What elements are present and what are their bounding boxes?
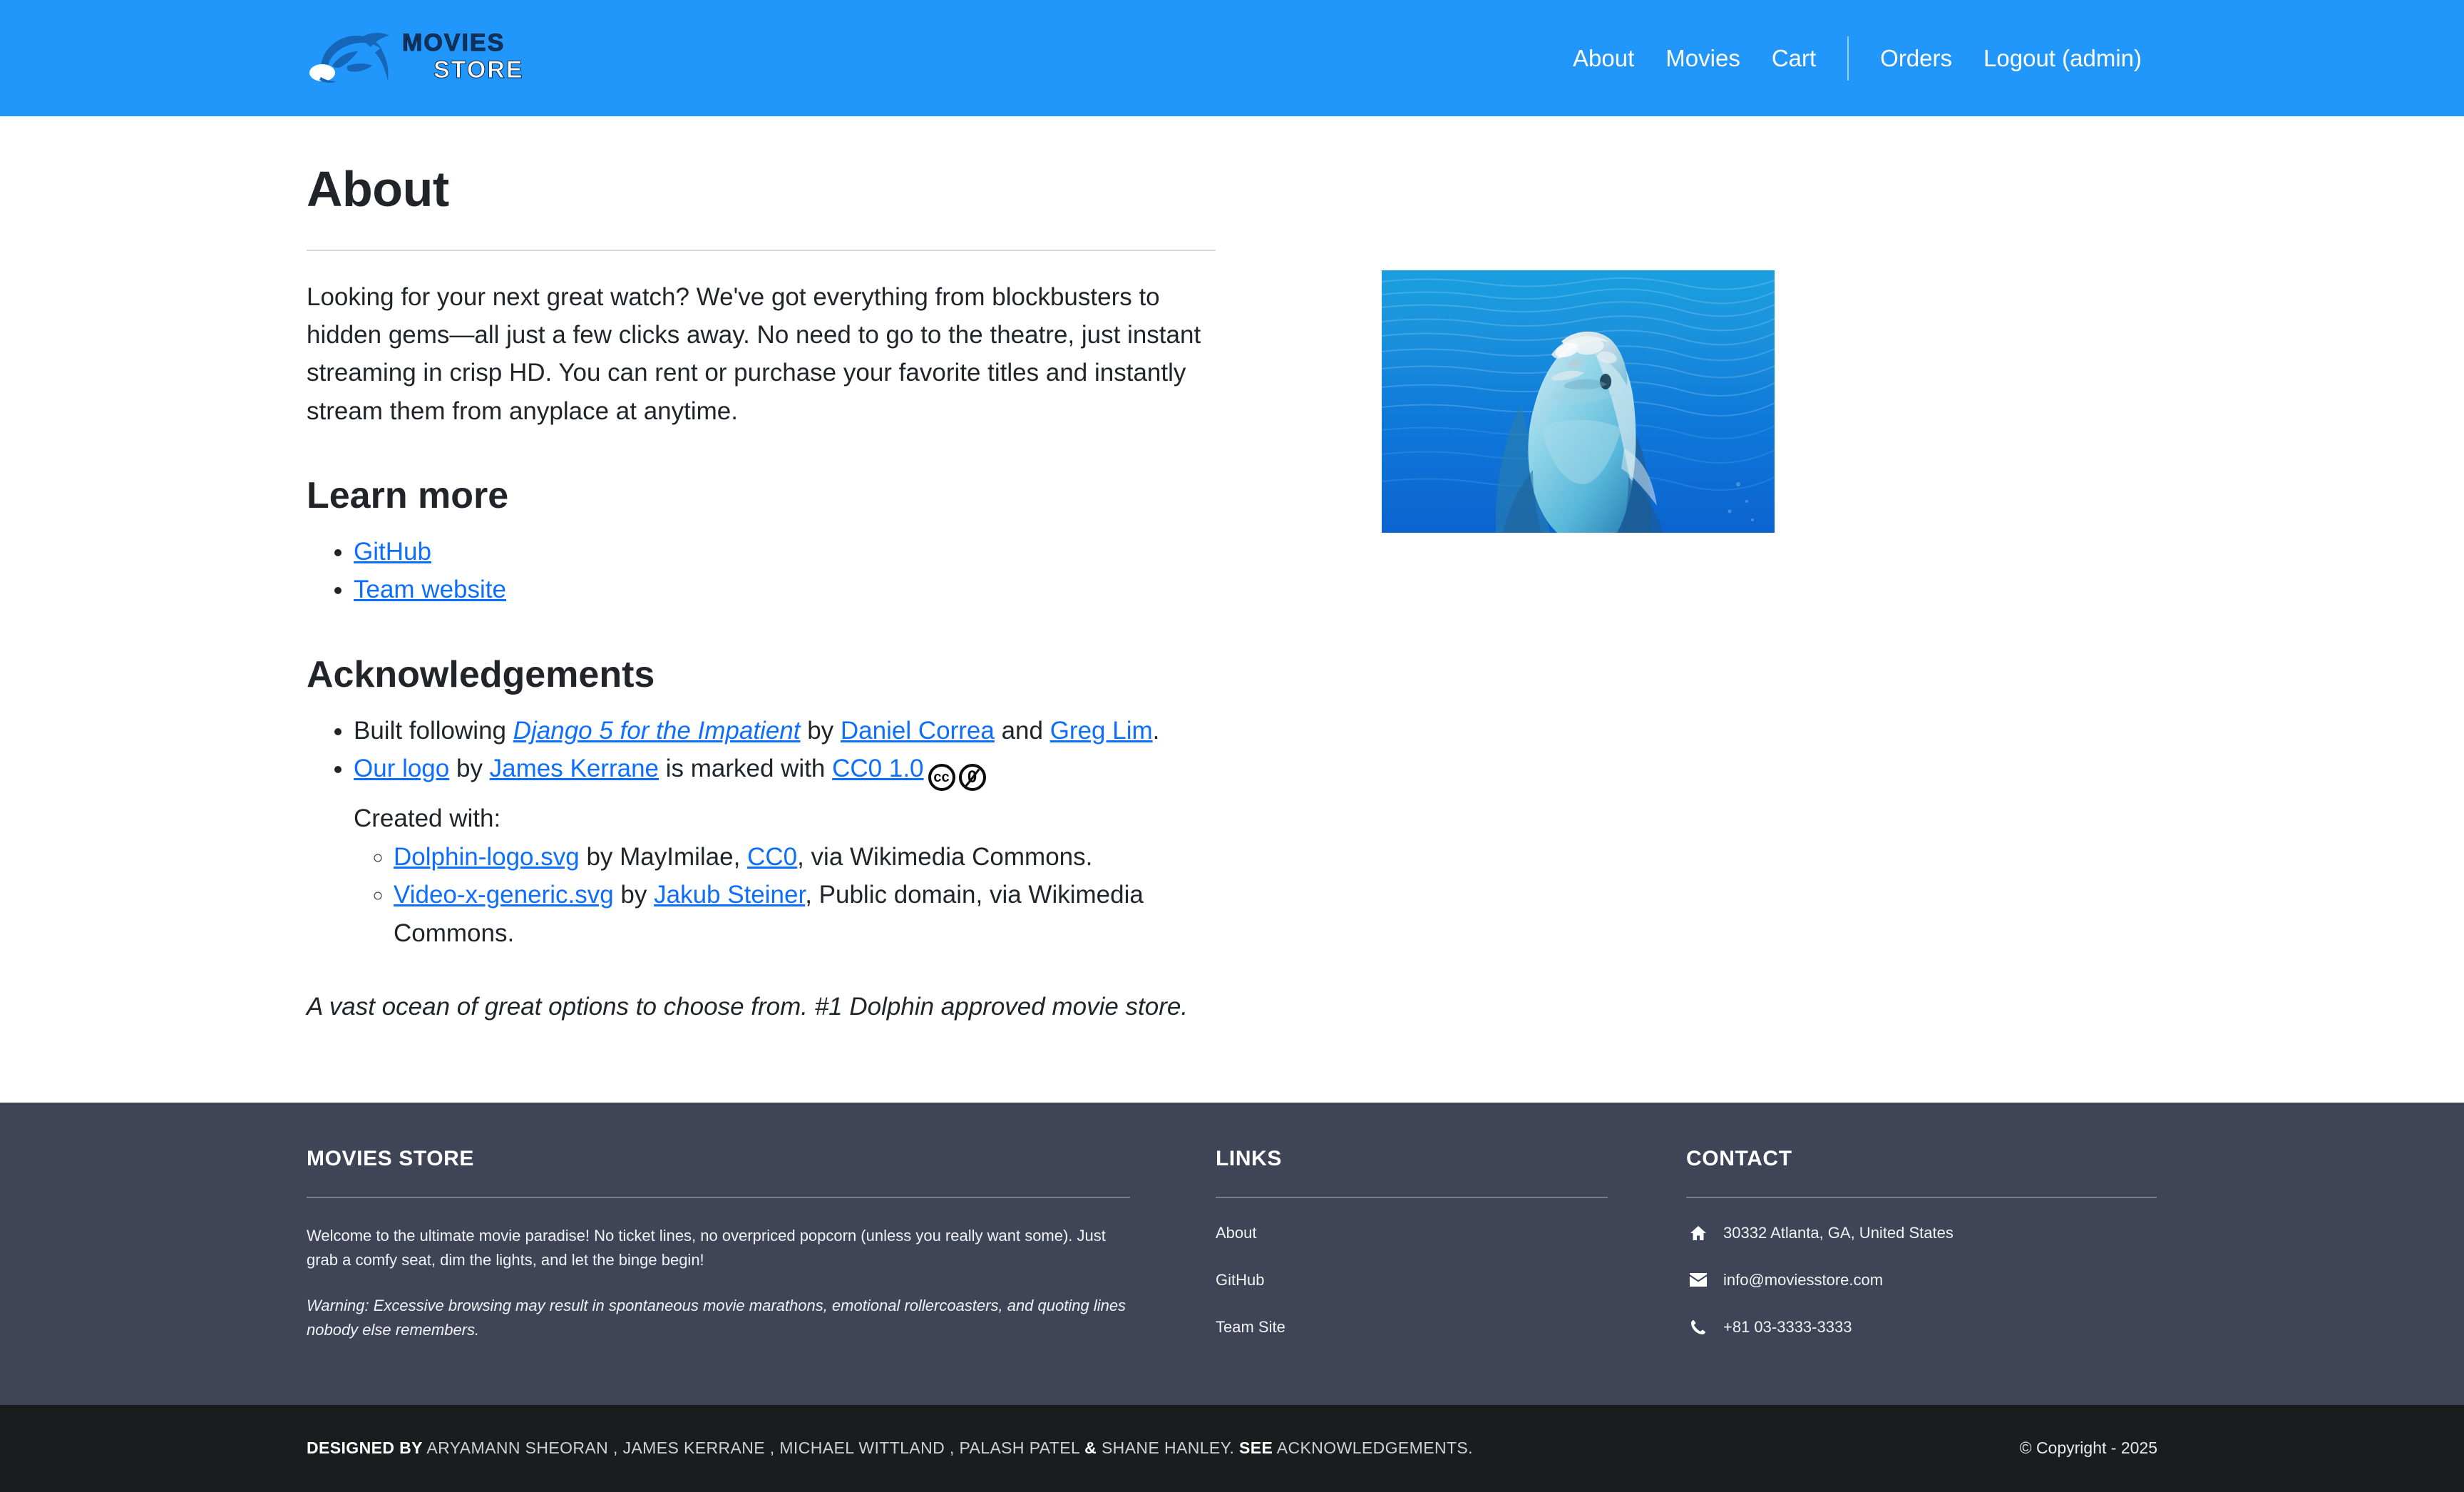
- footer-link-team-site[interactable]: Team Site: [1216, 1318, 1608, 1337]
- about-tagline: A vast ocean of great options to choose …: [307, 992, 1189, 1021]
- phone-icon: [1686, 1319, 1710, 1335]
- title-divider: [307, 250, 1216, 251]
- list-item: GitHub: [354, 533, 1216, 571]
- link-james-kerrane[interactable]: James Kerrane: [490, 755, 659, 782]
- link-greg-lim[interactable]: Greg Lim: [1050, 717, 1153, 745]
- link-cc0-1-0[interactable]: CC0 1.0: [832, 755, 923, 782]
- ack-and: and: [994, 716, 1050, 745]
- about-intro-paragraph: Looking for your next great watch? We've…: [307, 283, 1201, 425]
- ack-by-2: by: [449, 755, 490, 783]
- cc-badge-group: cc 0: [928, 764, 986, 792]
- sub-footer: DESIGNED BY ARYAMANN SHEORAN , JAMES KER…: [0, 1404, 2464, 1492]
- footer-contact-divider: [1686, 1196, 2157, 1198]
- ack-period-1: .: [1152, 716, 1160, 745]
- link-dolphin-logo-svg[interactable]: Dolphin-logo.svg: [394, 843, 580, 871]
- navbar-primary-group: About Movies Cart: [1557, 46, 1832, 70]
- dolphin-credit-by: by MayImilae,: [579, 842, 748, 871]
- list-item: Dolphin-logo.svg by MayImilae, CC0, via …: [394, 838, 1216, 877]
- learn-more-heading: Learn more: [307, 474, 509, 516]
- about-column: About Looking for your next great watch?…: [307, 116, 1216, 1021]
- acknowledgements-heading: Acknowledgements: [307, 653, 655, 695]
- nav-item-orders[interactable]: Orders: [1864, 46, 1968, 70]
- footer-about-body: Welcome to the ultimate movie paradise! …: [307, 1226, 1106, 1269]
- cc-icon: cc: [928, 764, 955, 792]
- link-cc0[interactable]: CC0: [747, 843, 797, 871]
- ampersand-label: &: [1084, 1439, 1097, 1458]
- footer-links-title: LINKS: [1216, 1146, 1282, 1170]
- dolphin-logo-icon: [307, 24, 398, 93]
- brand-name-line1: MOVIES: [402, 29, 505, 57]
- footer-link-github[interactable]: GitHub: [1216, 1271, 1608, 1289]
- link-video-x-generic-svg[interactable]: Video-x-generic.svg: [394, 881, 614, 909]
- navbar-secondary-group: Orders Logout (admin): [1864, 46, 2157, 70]
- envelope-icon: [1686, 1273, 1710, 1287]
- link-book-title[interactable]: Django 5 for the Impatient: [513, 717, 801, 745]
- designer-names: ARYAMANN SHEORAN , JAMES KERRANE , MICHA…: [426, 1439, 1080, 1458]
- main-content: About Looking for your next great watch?…: [0, 116, 2464, 1021]
- ack-built-prefix: Built following: [354, 716, 513, 745]
- acknowledgements-link[interactable]: ACKNOWLEDGEMENTS.: [1277, 1439, 1473, 1457]
- link-our-logo[interactable]: Our logo: [354, 755, 449, 782]
- cc-zero-icon: 0: [958, 764, 986, 792]
- nav-item-logout[interactable]: Logout (admin): [1968, 46, 2157, 70]
- contact-address-row: 30332 Atlanta, GA, United States: [1686, 1224, 2157, 1242]
- navbar-divider: [1847, 36, 1849, 81]
- nav-item-movies[interactable]: Movies: [1650, 46, 1756, 70]
- contact-phone-row: +81 03-3333-3333: [1686, 1318, 2157, 1337]
- page-title: About: [307, 161, 449, 217]
- contact-email-row: info@moviesstore.com: [1686, 1271, 2157, 1289]
- site-footer: MOVIES STORE Welcome to the ultimate mov…: [0, 1102, 2464, 1405]
- designed-by-label: DESIGNED BY: [307, 1439, 423, 1458]
- contact-address-value: 30332 Atlanta, GA, United States: [1723, 1223, 1954, 1242]
- brand-logo-link[interactable]: MOVIES STORE: [307, 19, 524, 98]
- designed-by-text: DESIGNED BY ARYAMANN SHEORAN , JAMES KER…: [307, 1439, 1473, 1458]
- ack-marked-with: is marked with: [659, 755, 833, 783]
- link-github[interactable]: GitHub: [354, 538, 431, 566]
- nav-item-about[interactable]: About: [1557, 46, 1650, 70]
- list-item: Team website: [354, 571, 1216, 609]
- created-with-label: Created with:: [354, 804, 501, 833]
- footer-link-about[interactable]: About: [1216, 1224, 1608, 1242]
- list-item: Our logo by James Kerrane is marked with…: [354, 750, 1216, 952]
- link-daniel-correa[interactable]: Daniel Correa: [841, 717, 995, 745]
- ack-by-1: by: [800, 716, 841, 745]
- footer-contact-column: CONTACT 30332 Atlanta, GA, United States…: [1686, 1147, 2157, 1342]
- dolphin-underwater-photo: [1382, 270, 1775, 533]
- footer-about-divider: [307, 1196, 1130, 1198]
- link-jakub-steiner[interactable]: Jakub Steiner: [654, 881, 805, 909]
- last-designer-name: SHANE HANLEY.: [1101, 1439, 1235, 1458]
- hero-image-column: [1216, 116, 2157, 533]
- top-navbar: MOVIES STORE About Movies Cart Orders Lo…: [0, 0, 2464, 116]
- list-item: Built following Django 5 for the Impatie…: [354, 712, 1216, 750]
- home-icon: [1686, 1225, 1710, 1241]
- learn-more-list: GitHub Team website: [307, 533, 1216, 609]
- see-label: SEE: [1239, 1439, 1273, 1458]
- acknowledgements-list: Built following Django 5 for the Impatie…: [307, 712, 1216, 953]
- link-team-website[interactable]: Team website: [354, 576, 506, 603]
- copyright-text: © Copyright - 2025: [2019, 1439, 2157, 1458]
- brand-name-line2: STORE: [433, 56, 524, 84]
- created-with-list: Dolphin-logo.svg by MayImilae, CC0, via …: [354, 838, 1216, 953]
- dolphin-credit-tail: , via Wikimedia Commons.: [797, 842, 1093, 871]
- nav-item-cart[interactable]: Cart: [1756, 46, 1832, 70]
- list-item: Video-x-generic.svg by Jakub Steiner, Pu…: [394, 876, 1216, 952]
- video-credit-by: by: [613, 881, 654, 909]
- navbar-links: About Movies Cart Orders Logout (admin): [1557, 36, 2157, 81]
- footer-about-warning: Warning: Excessive browsing may result i…: [307, 1296, 1126, 1339]
- footer-about-column: MOVIES STORE Welcome to the ultimate mov…: [307, 1147, 1216, 1342]
- contact-email-value: info@moviesstore.com: [1723, 1270, 1884, 1289]
- footer-about-title: MOVIES STORE: [307, 1146, 475, 1170]
- contact-phone-value: +81 03-3333-3333: [1723, 1317, 1852, 1336]
- footer-links-column: LINKS About GitHub Team Site: [1216, 1147, 1686, 1342]
- footer-links-divider: [1216, 1196, 1608, 1198]
- footer-contact-title: CONTACT: [1686, 1146, 1792, 1170]
